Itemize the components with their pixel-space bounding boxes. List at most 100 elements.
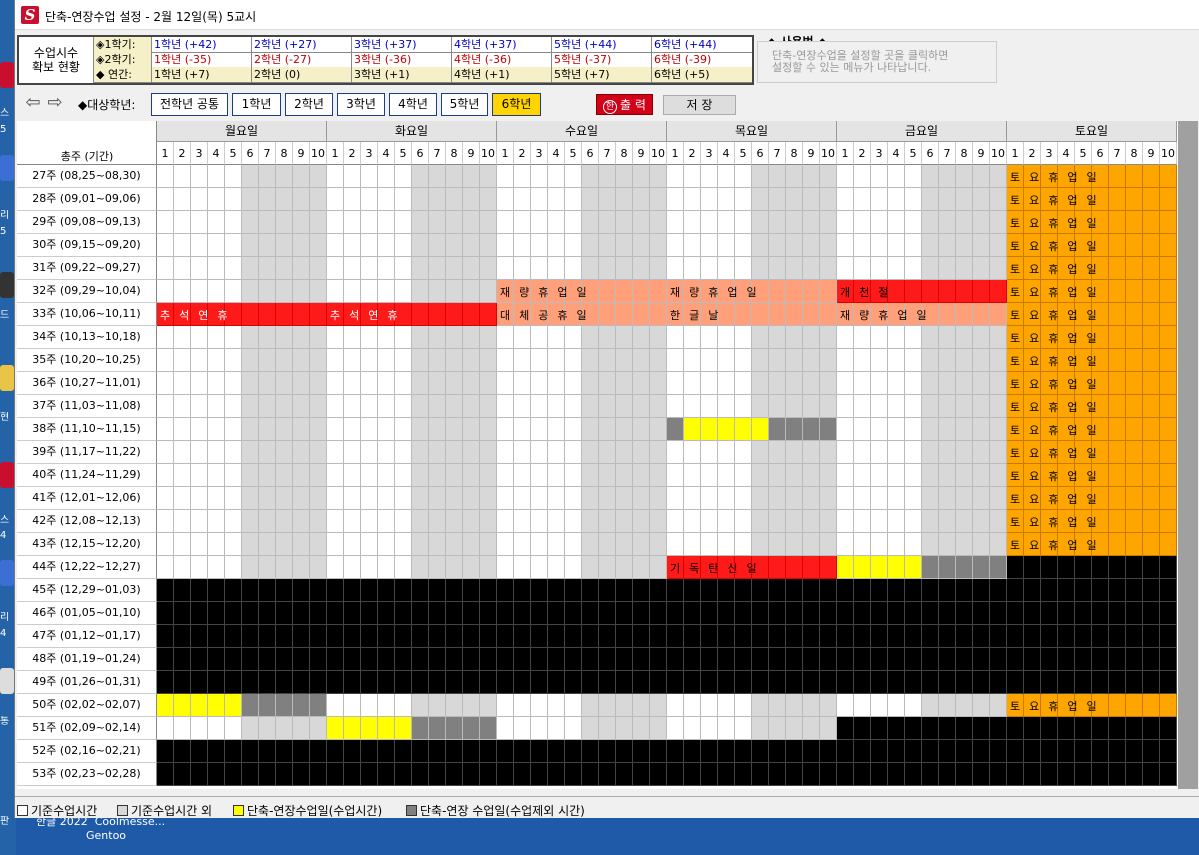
- schedule-cell[interactable]: [650, 211, 667, 234]
- schedule-cell[interactable]: [429, 487, 446, 510]
- schedule-cell[interactable]: [548, 579, 565, 602]
- schedule-cell[interactable]: [922, 671, 939, 694]
- schedule-cell[interactable]: [769, 763, 786, 786]
- schedule-cell[interactable]: [293, 303, 310, 326]
- schedule-cell[interactable]: [310, 418, 327, 441]
- schedule-cell[interactable]: [922, 625, 939, 648]
- schedule-cell[interactable]: [922, 717, 939, 740]
- schedule-cell[interactable]: [786, 602, 803, 625]
- schedule-cell[interactable]: [429, 211, 446, 234]
- schedule-cell[interactable]: [1058, 326, 1075, 349]
- schedule-cell[interactable]: [497, 280, 514, 303]
- schedule-cell[interactable]: [361, 487, 378, 510]
- schedule-cell[interactable]: [905, 579, 922, 602]
- schedule-cell[interactable]: [327, 326, 344, 349]
- schedule-cell[interactable]: [1126, 602, 1143, 625]
- schedule-cell[interactable]: [344, 418, 361, 441]
- schedule-cell[interactable]: [548, 740, 565, 763]
- schedule-cell[interactable]: [395, 579, 412, 602]
- schedule-cell[interactable]: [1075, 648, 1092, 671]
- schedule-cell[interactable]: [871, 602, 888, 625]
- schedule-cell[interactable]: [735, 372, 752, 395]
- schedule-cell[interactable]: [514, 441, 531, 464]
- schedule-cell[interactable]: [480, 579, 497, 602]
- schedule-cell[interactable]: [1007, 349, 1024, 372]
- schedule-cell[interactable]: [463, 441, 480, 464]
- schedule-cell[interactable]: [344, 303, 361, 326]
- schedule-cell[interactable]: [242, 694, 259, 717]
- schedule-cell[interactable]: [1109, 648, 1126, 671]
- schedule-cell[interactable]: [701, 418, 718, 441]
- schedule-cell[interactable]: [990, 349, 1007, 372]
- schedule-cell[interactable]: [769, 211, 786, 234]
- schedule-cell[interactable]: [1041, 188, 1058, 211]
- schedule-cell[interactable]: [480, 510, 497, 533]
- schedule-cell[interactable]: [1075, 694, 1092, 717]
- schedule-cell[interactable]: [633, 717, 650, 740]
- schedule-cell[interactable]: [905, 763, 922, 786]
- schedule-cell[interactable]: [956, 372, 973, 395]
- schedule-cell[interactable]: [888, 602, 905, 625]
- schedule-cell[interactable]: [633, 303, 650, 326]
- schedule-cell[interactable]: [786, 510, 803, 533]
- schedule-cell[interactable]: [378, 188, 395, 211]
- schedule-cell[interactable]: [905, 487, 922, 510]
- schedule-cell[interactable]: [905, 441, 922, 464]
- schedule-cell[interactable]: [242, 648, 259, 671]
- schedule-cell[interactable]: [939, 648, 956, 671]
- schedule-cell[interactable]: [429, 625, 446, 648]
- schedule-cell[interactable]: [174, 487, 191, 510]
- schedule-cell[interactable]: [718, 556, 735, 579]
- schedule-cell[interactable]: [514, 188, 531, 211]
- schedule-cell[interactable]: [888, 234, 905, 257]
- schedule-cell[interactable]: [327, 234, 344, 257]
- schedule-cell[interactable]: [939, 510, 956, 533]
- schedule-cell[interactable]: [378, 211, 395, 234]
- schedule-cell[interactable]: [276, 211, 293, 234]
- schedule-cell[interactable]: [990, 464, 1007, 487]
- schedule-cell[interactable]: [786, 349, 803, 372]
- schedule-cell[interactable]: [1041, 234, 1058, 257]
- schedule-cell[interactable]: [854, 303, 871, 326]
- schedule-cell[interactable]: [446, 418, 463, 441]
- schedule-cell[interactable]: [191, 625, 208, 648]
- schedule-cell[interactable]: [599, 303, 616, 326]
- schedule-cell[interactable]: [1109, 326, 1126, 349]
- schedule-cell[interactable]: [344, 510, 361, 533]
- schedule-cell[interactable]: [497, 188, 514, 211]
- schedule-cell[interactable]: [446, 717, 463, 740]
- schedule-cell[interactable]: [497, 648, 514, 671]
- schedule-cell[interactable]: [276, 257, 293, 280]
- schedule-cell[interactable]: [480, 671, 497, 694]
- schedule-cell[interactable]: [854, 717, 871, 740]
- schedule-cell[interactable]: [378, 510, 395, 533]
- schedule-cell[interactable]: [361, 648, 378, 671]
- schedule-cell[interactable]: [293, 625, 310, 648]
- schedule-cell[interactable]: [191, 211, 208, 234]
- schedule-cell[interactable]: [1143, 395, 1160, 418]
- schedule-cell[interactable]: [701, 694, 718, 717]
- schedule-cell[interactable]: [735, 579, 752, 602]
- schedule-cell[interactable]: [871, 487, 888, 510]
- schedule-cell[interactable]: [1160, 464, 1177, 487]
- schedule-cell[interactable]: [293, 418, 310, 441]
- schedule-cell[interactable]: [225, 303, 242, 326]
- schedule-cell[interactable]: [1160, 602, 1177, 625]
- schedule-cell[interactable]: [939, 533, 956, 556]
- schedule-cell[interactable]: [973, 648, 990, 671]
- schedule-cell[interactable]: [412, 418, 429, 441]
- schedule-cell[interactable]: [208, 602, 225, 625]
- schedule-cell[interactable]: [412, 441, 429, 464]
- schedule-cell[interactable]: [531, 326, 548, 349]
- schedule-cell[interactable]: [361, 280, 378, 303]
- schedule-cell[interactable]: [259, 717, 276, 740]
- schedule-cell[interactable]: [616, 671, 633, 694]
- schedule-cell[interactable]: [174, 763, 191, 786]
- schedule-cell[interactable]: [803, 763, 820, 786]
- schedule-cell[interactable]: [888, 257, 905, 280]
- schedule-cell[interactable]: [854, 533, 871, 556]
- schedule-cell[interactable]: [1143, 441, 1160, 464]
- grade-button[interactable]: 5학년: [441, 93, 488, 116]
- schedule-cell[interactable]: [701, 464, 718, 487]
- schedule-cell[interactable]: [973, 165, 990, 188]
